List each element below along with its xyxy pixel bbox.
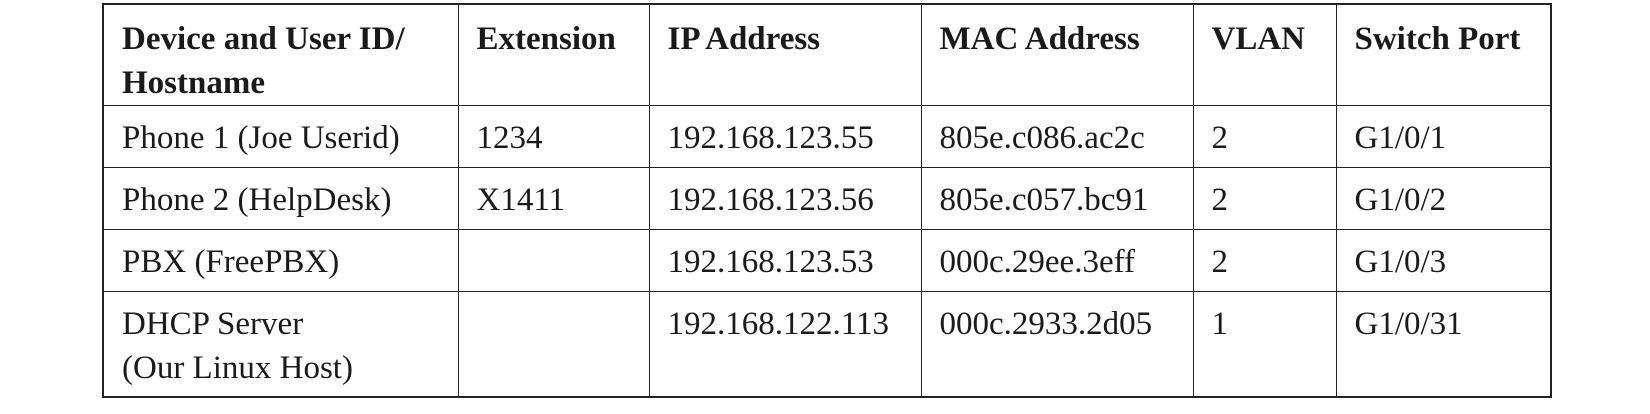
- table-row: Phone 1 (Joe Userid) 1234 192.168.123.55…: [102, 105, 1552, 168]
- table-row: DHCP Server (Our Linux Host) 192.168.122…: [102, 291, 1552, 397]
- device-table-container: Device and User ID/ Hostname Extension I…: [102, 3, 1552, 398]
- cell-vlan: 2: [1192, 105, 1337, 168]
- header-ip-address: IP Address: [648, 3, 922, 106]
- table-header-row: Device and User ID/ Hostname Extension I…: [102, 3, 1552, 106]
- cell-extension: 1234: [457, 105, 650, 168]
- cell-ip-address: 192.168.122.113: [648, 291, 922, 397]
- cell-device: PBX (FreePBX): [102, 229, 459, 292]
- header-switch-port: Switch Port: [1335, 3, 1552, 106]
- cell-device-line-1: DHCP Server: [122, 306, 304, 342]
- cell-device: Phone 1 (Joe Userid): [102, 105, 459, 168]
- header-extension: Extension: [457, 3, 650, 106]
- cell-extension: X1411: [457, 167, 650, 230]
- cell-switch-port: G1/0/2: [1335, 167, 1552, 230]
- header-vlan: VLAN: [1192, 3, 1337, 106]
- cell-vlan: 1: [1192, 291, 1337, 397]
- cell-device: DHCP Server (Our Linux Host): [102, 291, 459, 397]
- cell-ip-address: 192.168.123.56: [648, 167, 922, 230]
- table-row: PBX (FreePBX) 192.168.123.53 000c.29ee.3…: [102, 229, 1552, 292]
- cell-ip-address: 192.168.123.53: [648, 229, 922, 292]
- device-inventory-table: Device and User ID/ Hostname Extension I…: [102, 3, 1552, 398]
- cell-vlan: 2: [1192, 229, 1337, 292]
- header-device-user-id: Device and User ID/ Hostname: [102, 3, 459, 106]
- cell-mac-address: 000c.2933.2d05: [920, 291, 1194, 397]
- cell-vlan: 2: [1192, 167, 1337, 230]
- cell-switch-port: G1/0/1: [1335, 105, 1552, 168]
- cell-switch-port: G1/0/3: [1335, 229, 1552, 292]
- cell-extension: [457, 229, 650, 292]
- cell-extension: [457, 291, 650, 397]
- header-device-user-id-line-1: Device and User ID/: [122, 21, 405, 57]
- cell-device-line-2: (Our Linux Host): [122, 350, 353, 386]
- cell-ip-address: 192.168.123.55: [648, 105, 922, 168]
- header-device-user-id-line-2: Hostname: [122, 65, 265, 101]
- cell-mac-address: 805e.c086.ac2c: [920, 105, 1194, 168]
- header-mac-address: MAC Address: [920, 3, 1194, 106]
- cell-device: Phone 2 (HelpDesk): [102, 167, 459, 230]
- cell-mac-address: 805e.c057.bc91: [920, 167, 1194, 230]
- cell-switch-port: G1/0/31: [1335, 291, 1552, 397]
- cell-mac-address: 000c.29ee.3eff: [920, 229, 1194, 292]
- table-row: Phone 2 (HelpDesk) X1411 192.168.123.56 …: [102, 167, 1552, 230]
